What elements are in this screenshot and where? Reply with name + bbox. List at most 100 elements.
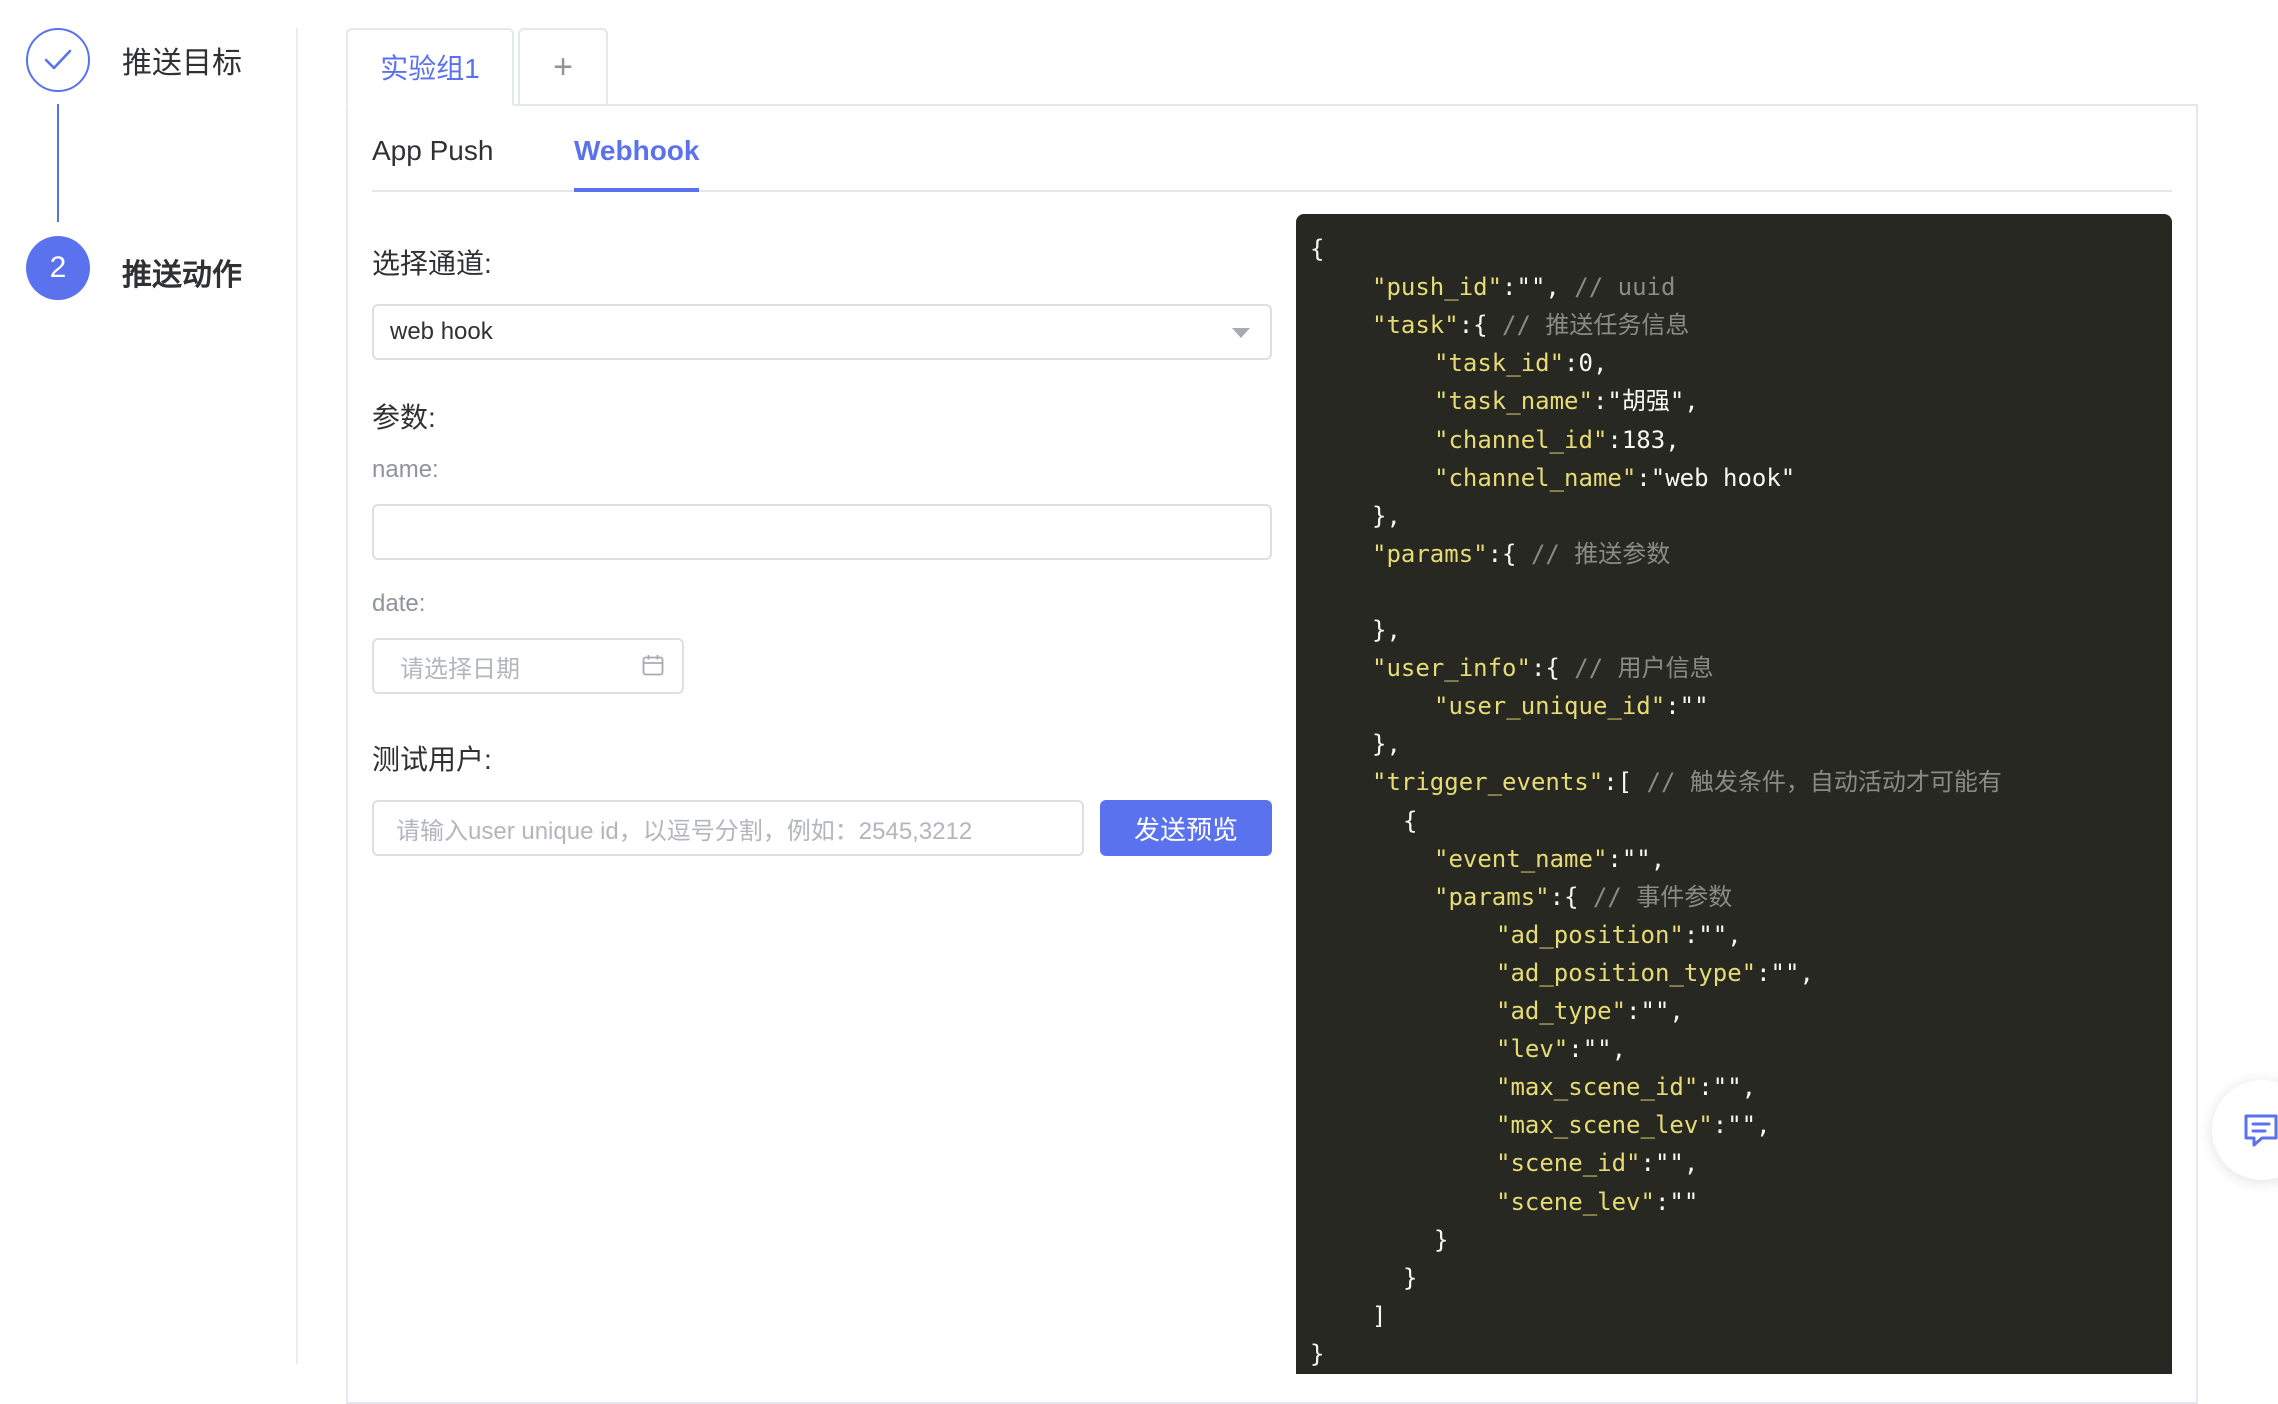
code-key: "user_info" (1372, 654, 1531, 683)
code-line: }, (1372, 615, 1401, 645)
code-value: :"胡强", (1592, 387, 1699, 416)
code-value: :"", (1683, 920, 1742, 949)
code-comment: // 推送参数 (1516, 539, 1671, 568)
code-line: "scene_id":"", (1496, 1148, 1698, 1178)
code-comment: // uuid (1559, 273, 1676, 302)
code-comment: // 用户信息 (1559, 654, 1714, 683)
code-line: "ad_position_type":"", (1496, 958, 1814, 988)
code-value: { (1403, 806, 1418, 835)
code-value: }, (1372, 616, 1401, 644)
step-1-circle (26, 28, 90, 92)
channel-select-value: web hook (390, 318, 493, 345)
code-value: :"", (1698, 1073, 1757, 1102)
step-connector (57, 104, 59, 222)
feedback-button[interactable] (2212, 1080, 2278, 1180)
code-key: "ad_position" (1496, 920, 1684, 949)
code-line: "user_unique_id":"" (1434, 691, 1709, 721)
channel-select[interactable]: web hook (372, 304, 1272, 360)
active-tab-indicator (574, 188, 700, 192)
step-2-circle: 2 (26, 236, 90, 300)
code-value: :"" (1654, 1187, 1699, 1216)
code-line: "event_name":"", (1434, 844, 1665, 874)
check-icon (44, 49, 72, 70)
date-picker-input[interactable]: 请选择日期 (372, 638, 684, 694)
tab-app-push[interactable]: App Push (372, 128, 493, 190)
push-type-tabs: App Push Webhook (372, 128, 2172, 192)
tab-webhook-label: Webhook (574, 135, 700, 166)
code-line: }, (1372, 729, 1401, 759)
steps-sidebar: 推送目标 2 推送动作 (0, 0, 298, 1364)
tab-webhook[interactable]: Webhook (574, 128, 700, 192)
send-preview-button[interactable]: 发送预览 (1100, 800, 1272, 856)
step-2-label: 推送动作 (122, 259, 242, 292)
name-param-input[interactable] (372, 504, 1272, 560)
code-value: }, (1372, 501, 1401, 530)
code-key: "params" (1372, 539, 1488, 568)
code-key: "task_name" (1434, 387, 1593, 416)
code-value: :"", (1568, 1035, 1627, 1064)
code-key: "ad_type" (1496, 997, 1627, 1025)
code-line: "push_id":"", // uuid (1372, 272, 1675, 302)
date-placeholder: 请选择日期 (400, 655, 520, 683)
code-key: "event_name" (1434, 844, 1608, 873)
code-line: "channel_name":"web hook" (1434, 463, 1795, 493)
code-line: "task_id":0, (1434, 348, 1607, 378)
code-value: :"", (1640, 1149, 1699, 1178)
code-line: "user_info":{ // 用户信息 (1372, 653, 1714, 683)
code-value: :0, (1564, 349, 1608, 378)
name-param-label: name: (372, 456, 439, 483)
code-comment: // 触发条件，自动活动才可能有 (1632, 768, 2002, 797)
code-line: "params":{ // 推送参数 (1372, 539, 1670, 569)
tab-group-1[interactable]: 实验组1 (346, 28, 514, 106)
code-line: } (1403, 1263, 1417, 1293)
code-value: :"" (1665, 692, 1709, 721)
code-line: "scene_lev":"" (1496, 1187, 1698, 1217)
test-user-input[interactable]: 请输入user unique id，以逗号分割，例如：2545,3212 (372, 800, 1084, 856)
code-value: :"", (1502, 273, 1560, 302)
code-line: "max_scene_id":"", (1496, 1072, 1756, 1102)
code-value: ] (1372, 1301, 1387, 1330)
code-line: { (1310, 234, 1324, 264)
code-key: "max_scene_lev" (1496, 1111, 1713, 1140)
code-key: "scene_lev" (1496, 1187, 1655, 1216)
code-key: "task_id" (1434, 349, 1565, 378)
code-value: { (1310, 235, 1325, 263)
code-line: ] (1372, 1301, 1386, 1331)
code-value: :"web hook" (1636, 463, 1796, 492)
code-line: { (1403, 806, 1417, 836)
code-line: "task":{ // 推送任务信息 (1372, 310, 1689, 340)
code-line: } (1434, 1225, 1448, 1255)
code-value: :"", (1712, 1111, 1771, 1140)
chevron-down-icon (1232, 328, 1250, 338)
date-param-label: date: (372, 590, 426, 617)
code-line: "ad_type":"", (1496, 996, 1684, 1026)
test-user-label: 测试用户: (372, 744, 492, 775)
add-group-button[interactable]: + (518, 28, 608, 106)
code-key: "scene_id" (1496, 1149, 1641, 1178)
code-value: :"", (1756, 958, 1814, 987)
code-value: } (1403, 1263, 1418, 1292)
code-line: "trigger_events":[ // 触发条件，自动活动才可能有 (1372, 767, 2002, 797)
step-1-label: 推送目标 (122, 47, 242, 80)
active-tab-mask (348, 103, 512, 107)
calendar-icon (642, 655, 664, 676)
feedback-icon (2244, 1114, 2278, 1147)
code-key: "task" (1372, 311, 1459, 340)
code-key: "channel_name" (1434, 463, 1637, 492)
code-value: :{ (1530, 654, 1560, 683)
params-label: 参数: (372, 402, 436, 433)
code-comment: // 推送任务信息 (1487, 311, 1690, 340)
code-value: :"", (1607, 844, 1666, 873)
code-key: "trigger_events" (1372, 768, 1604, 797)
code-line: "channel_id":183, (1434, 425, 1680, 455)
code-value: }, (1372, 730, 1401, 759)
code-key: "max_scene_id" (1496, 1073, 1699, 1102)
code-value: :{ (1487, 539, 1517, 568)
code-key: "channel_id" (1434, 425, 1608, 454)
payload-code-preview: {"push_id":"", // uuid "task":{ // 推送任务信息… (1296, 214, 2172, 1374)
code-line: "task_name":"胡强", (1434, 386, 1699, 416)
code-value: :{ (1549, 882, 1579, 911)
code-key: "push_id" (1372, 273, 1503, 302)
code-line: "lev":"", (1496, 1034, 1626, 1064)
code-value: } (1434, 1225, 1449, 1254)
